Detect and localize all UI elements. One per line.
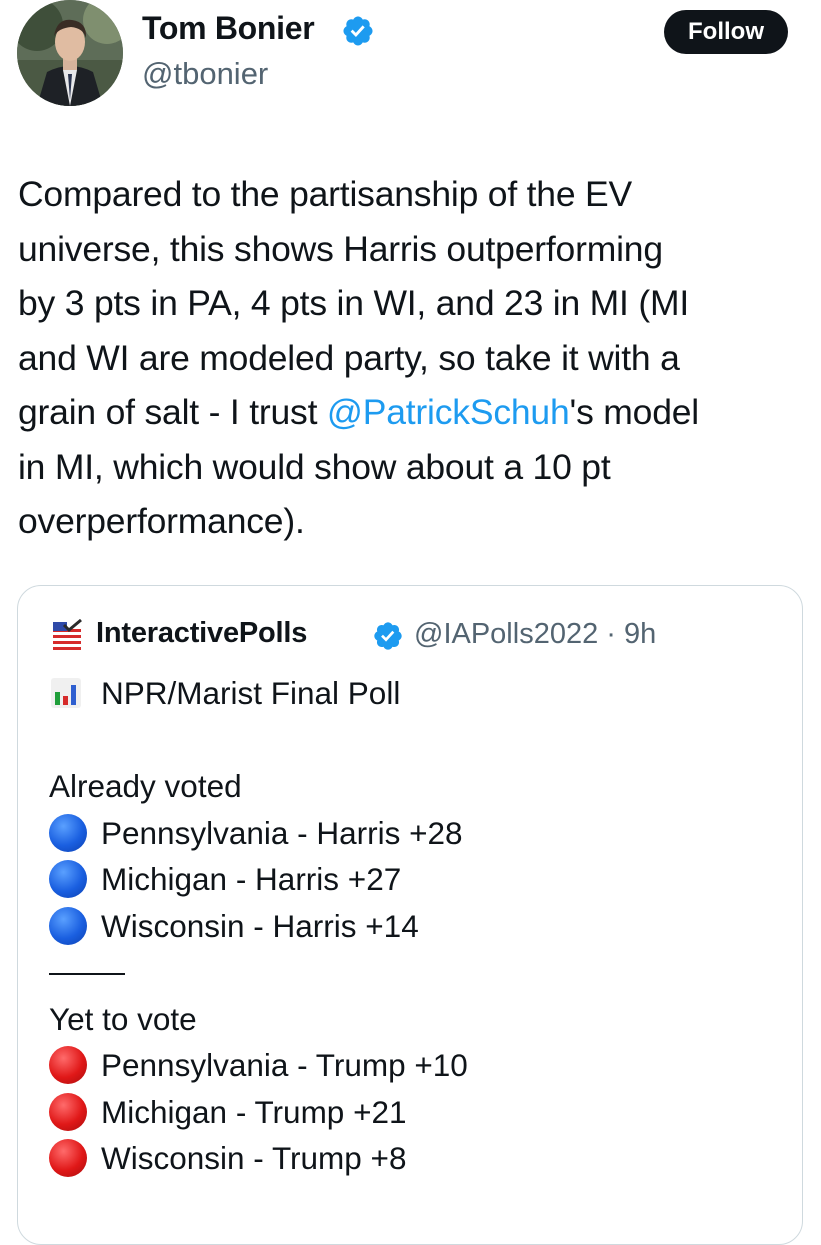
red-circle-icon: [49, 1046, 87, 1085]
quoted-handle-time[interactable]: @IAPolls2022 · 9h: [414, 618, 656, 651]
blue-circle-icon: [49, 813, 87, 852]
list-item-text: Pennsylvania - Trump +10: [101, 1047, 468, 1083]
poll-title-line: NPR/Marist Final Poll: [49, 670, 789, 717]
list-item-text: Michigan - Harris +27: [101, 861, 402, 897]
divider: [49, 973, 125, 976]
tweet-line: in MI, which would show about a 10 pt: [18, 446, 611, 487]
tweet-line: universe, this shows Harris outperformin…: [18, 228, 663, 269]
divider-line-row: [49, 949, 789, 996]
tweet-text-segment: 's model: [569, 392, 700, 432]
red-circle-icon: [49, 1092, 87, 1131]
list-item: Pennsylvania - Trump +10: [49, 1042, 789, 1089]
red-circle-icon: [49, 1139, 87, 1178]
tweet-line: overperformance).: [18, 501, 305, 541]
author-name[interactable]: Tom Bonier: [142, 10, 315, 47]
tweet-text-segment: grain of salt - I trust: [18, 392, 327, 432]
list-item: Michigan - Trump +21: [49, 1089, 789, 1136]
author-avatar[interactable]: [17, 0, 123, 106]
us-ballot-flag-icon: [53, 619, 82, 650]
mention-link[interactable]: @PatrickSchuh: [327, 392, 570, 432]
list-item-text: Michigan - Trump +21: [101, 1093, 407, 1130]
bar-chart-emoji-icon: [51, 678, 81, 709]
tweet-line: by 3 pts in PA, 4 pts in WI, and 23 in M…: [18, 283, 690, 323]
tweet-text: Compared to the partisanship of the EV u…: [18, 167, 808, 549]
list-item: Michigan - Harris +27: [49, 856, 789, 903]
list-item-text: Pennsylvania - Harris +28: [101, 814, 463, 851]
quoted-tweet-text: NPR/Marist Final Poll Already voted Penn…: [49, 670, 789, 1182]
list-item: Wisconsin - Harris +14: [49, 903, 789, 950]
already-voted-label: Already voted: [49, 768, 242, 804]
tweet-line: and WI are modeled party, so take it wit…: [18, 337, 680, 378]
tweet-line: grain of salt - I trust @PatrickSchuh's …: [18, 385, 808, 440]
list-item-text: Wisconsin - Trump +8: [101, 1140, 407, 1176]
list-item-text: Wisconsin - Harris +14: [101, 907, 419, 944]
quoted-tweet-card[interactable]: InteractivePolls @IAPolls2022 · 9h NPR/M…: [17, 585, 803, 1245]
poll-title: NPR/Marist Final Poll: [101, 675, 401, 711]
tweet-line: Compared to the partisanship of the EV: [18, 174, 633, 214]
verified-badge-icon: [374, 622, 402, 650]
blue-circle-icon: [49, 906, 87, 945]
follow-button[interactable]: Follow: [664, 10, 788, 54]
blue-circle-icon: [49, 860, 87, 899]
author-handle[interactable]: @tbonier: [142, 56, 268, 92]
verified-badge-icon: [343, 16, 373, 46]
quoted-author-name[interactable]: InteractivePolls: [96, 617, 307, 650]
list-item: Wisconsin - Trump +8: [49, 1135, 789, 1182]
list-item: Pennsylvania - Harris +28: [49, 810, 789, 857]
yet-to-vote-label: Yet to vote: [49, 1000, 197, 1037]
